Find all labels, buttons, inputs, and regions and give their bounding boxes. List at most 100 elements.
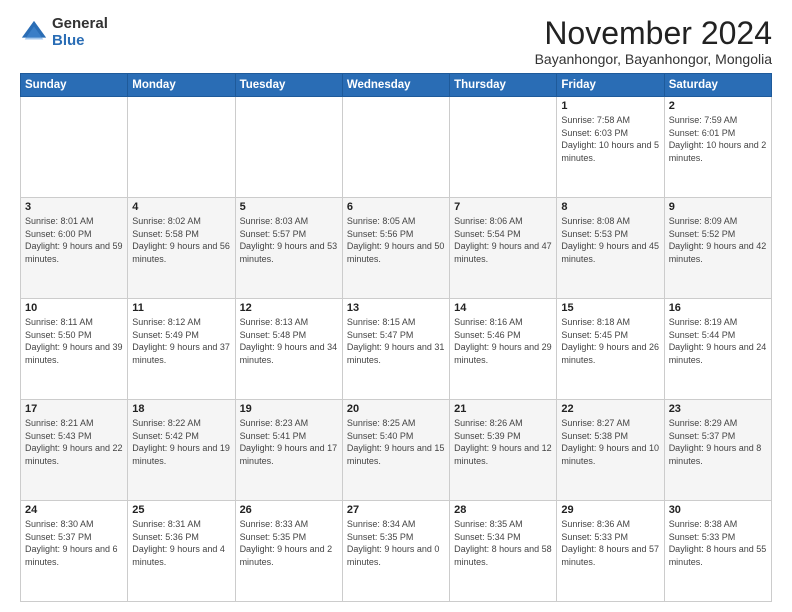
calendar-cell: 8 Sunrise: 8:08 AM Sunset: 5:53 PM Daylig… xyxy=(557,198,664,299)
day-info: Sunrise: 8:27 AM Sunset: 5:38 PM Dayligh… xyxy=(561,417,659,467)
week-row-4: 24 Sunrise: 8:30 AM Sunset: 5:37 PM Dayli… xyxy=(21,501,772,602)
day-info: Sunrise: 8:25 AM Sunset: 5:40 PM Dayligh… xyxy=(347,417,445,467)
day-info: Sunrise: 8:13 AM Sunset: 5:48 PM Dayligh… xyxy=(240,316,338,366)
day-number: 8 xyxy=(561,201,659,213)
day-number: 10 xyxy=(25,302,123,314)
header-tuesday: Tuesday xyxy=(235,74,342,97)
day-info: Sunrise: 8:05 AM Sunset: 5:56 PM Dayligh… xyxy=(347,215,445,265)
header-wednesday: Wednesday xyxy=(342,74,449,97)
day-info: Sunrise: 8:01 AM Sunset: 6:00 PM Dayligh… xyxy=(25,215,123,265)
day-info: Sunrise: 8:36 AM Sunset: 5:33 PM Dayligh… xyxy=(561,518,659,568)
month-title: November 2024 xyxy=(535,16,772,51)
calendar-cell: 29 Sunrise: 8:36 AM Sunset: 5:33 PM Dayli… xyxy=(557,501,664,602)
day-number: 23 xyxy=(669,403,767,415)
day-number: 26 xyxy=(240,504,338,516)
day-number: 6 xyxy=(347,201,445,213)
day-info: Sunrise: 8:26 AM Sunset: 5:39 PM Dayligh… xyxy=(454,417,552,467)
calendar-cell: 5 Sunrise: 8:03 AM Sunset: 5:57 PM Daylig… xyxy=(235,198,342,299)
calendar-cell: 11Sunrise: 8:12 AM Sunset: 5:49 PM Dayli… xyxy=(128,299,235,400)
calendar-cell: 7 Sunrise: 8:06 AM Sunset: 5:54 PM Daylig… xyxy=(450,198,557,299)
calendar-cell: 23 Sunrise: 8:29 AM Sunset: 5:37 PM Dayli… xyxy=(664,400,771,501)
day-number: 16 xyxy=(669,302,767,314)
day-info: Sunrise: 8:15 AM Sunset: 5:47 PM Dayligh… xyxy=(347,316,445,366)
day-number: 21 xyxy=(454,403,552,415)
day-info: Sunrise: 8:18 AM Sunset: 5:45 PM Dayligh… xyxy=(561,316,659,366)
day-number: 20 xyxy=(347,403,445,415)
calendar-cell: 30Sunrise: 8:38 AM Sunset: 5:33 PM Dayli… xyxy=(664,501,771,602)
day-number: 13 xyxy=(347,302,445,314)
day-number: 18 xyxy=(132,403,230,415)
day-number: 30 xyxy=(669,504,767,516)
calendar-header-row: Sunday Monday Tuesday Wednesday Thursday… xyxy=(21,74,772,97)
day-number: 27 xyxy=(347,504,445,516)
day-info: Sunrise: 8:11 AM Sunset: 5:50 PM Dayligh… xyxy=(25,316,123,366)
day-number: 17 xyxy=(25,403,123,415)
day-info: Sunrise: 8:08 AM Sunset: 5:53 PM Dayligh… xyxy=(561,215,659,265)
day-info: Sunrise: 8:19 AM Sunset: 5:44 PM Dayligh… xyxy=(669,316,767,366)
calendar-cell: 26 Sunrise: 8:33 AM Sunset: 5:35 PM Dayli… xyxy=(235,501,342,602)
header-saturday: Saturday xyxy=(664,74,771,97)
calendar-cell: 3Sunrise: 8:01 AM Sunset: 6:00 PM Daylig… xyxy=(21,198,128,299)
day-number: 14 xyxy=(454,302,552,314)
day-number: 2 xyxy=(669,100,767,112)
day-number: 15 xyxy=(561,302,659,314)
logo-icon xyxy=(20,19,48,47)
day-number: 1 xyxy=(561,100,659,112)
day-number: 22 xyxy=(561,403,659,415)
day-number: 9 xyxy=(669,201,767,213)
header-thursday: Thursday xyxy=(450,74,557,97)
calendar-cell: 14 Sunrise: 8:16 AM Sunset: 5:46 PM Dayli… xyxy=(450,299,557,400)
day-info: Sunrise: 8:16 AM Sunset: 5:46 PM Dayligh… xyxy=(454,316,552,366)
calendar-cell: 21 Sunrise: 8:26 AM Sunset: 5:39 PM Dayli… xyxy=(450,400,557,501)
calendar-cell xyxy=(21,97,128,198)
day-number: 19 xyxy=(240,403,338,415)
calendar-cell: 25Sunrise: 8:31 AM Sunset: 5:36 PM Dayli… xyxy=(128,501,235,602)
day-info: Sunrise: 8:30 AM Sunset: 5:37 PM Dayligh… xyxy=(25,518,123,568)
day-info: Sunrise: 8:23 AM Sunset: 5:41 PM Dayligh… xyxy=(240,417,338,467)
calendar-cell: 20 Sunrise: 8:25 AM Sunset: 5:40 PM Dayli… xyxy=(342,400,449,501)
week-row-2: 10 Sunrise: 8:11 AM Sunset: 5:50 PM Dayli… xyxy=(21,299,772,400)
calendar-cell: 6 Sunrise: 8:05 AM Sunset: 5:56 PM Daylig… xyxy=(342,198,449,299)
day-info: Sunrise: 8:06 AM Sunset: 5:54 PM Dayligh… xyxy=(454,215,552,265)
week-row-0: 1Sunrise: 7:58 AM Sunset: 6:03 PM Daylig… xyxy=(21,97,772,198)
calendar-cell: 22 Sunrise: 8:27 AM Sunset: 5:38 PM Dayli… xyxy=(557,400,664,501)
calendar-cell: 13 Sunrise: 8:15 AM Sunset: 5:47 PM Dayli… xyxy=(342,299,449,400)
day-info: Sunrise: 8:02 AM Sunset: 5:58 PM Dayligh… xyxy=(132,215,230,265)
header-sunday: Sunday xyxy=(21,74,128,97)
calendar-cell: 10 Sunrise: 8:11 AM Sunset: 5:50 PM Dayli… xyxy=(21,299,128,400)
day-info: Sunrise: 8:09 AM Sunset: 5:52 PM Dayligh… xyxy=(669,215,767,265)
header-monday: Monday xyxy=(128,74,235,97)
calendar-cell: 19 Sunrise: 8:23 AM Sunset: 5:41 PM Dayli… xyxy=(235,400,342,501)
calendar-cell: 12Sunrise: 8:13 AM Sunset: 5:48 PM Dayli… xyxy=(235,299,342,400)
day-number: 4 xyxy=(132,201,230,213)
day-number: 11 xyxy=(132,302,230,314)
page: General Blue November 2024 Bayanhongor, … xyxy=(0,0,792,612)
header-friday: Friday xyxy=(557,74,664,97)
day-info: Sunrise: 8:29 AM Sunset: 5:37 PM Dayligh… xyxy=(669,417,767,467)
calendar-cell xyxy=(450,97,557,198)
day-number: 5 xyxy=(240,201,338,213)
calendar-cell: 18 Sunrise: 8:22 AM Sunset: 5:42 PM Dayli… xyxy=(128,400,235,501)
week-row-1: 3Sunrise: 8:01 AM Sunset: 6:00 PM Daylig… xyxy=(21,198,772,299)
day-number: 24 xyxy=(25,504,123,516)
top-section: General Blue November 2024 Bayanhongor, … xyxy=(20,16,772,67)
calendar-cell xyxy=(235,97,342,198)
calendar-cell: 28 Sunrise: 8:35 AM Sunset: 5:34 PM Dayli… xyxy=(450,501,557,602)
logo-blue-text: Blue xyxy=(52,33,108,50)
day-info: Sunrise: 8:22 AM Sunset: 5:42 PM Dayligh… xyxy=(132,417,230,467)
calendar-cell: 16 Sunrise: 8:19 AM Sunset: 5:44 PM Dayli… xyxy=(664,299,771,400)
day-info: Sunrise: 8:33 AM Sunset: 5:35 PM Dayligh… xyxy=(240,518,338,568)
calendar-cell xyxy=(342,97,449,198)
logo: General Blue xyxy=(20,16,108,49)
day-number: 7 xyxy=(454,201,552,213)
day-info: Sunrise: 8:03 AM Sunset: 5:57 PM Dayligh… xyxy=(240,215,338,265)
day-info: Sunrise: 8:21 AM Sunset: 5:43 PM Dayligh… xyxy=(25,417,123,467)
calendar-cell xyxy=(128,97,235,198)
day-info: Sunrise: 8:35 AM Sunset: 5:34 PM Dayligh… xyxy=(454,518,552,568)
calendar-cell: 4 Sunrise: 8:02 AM Sunset: 5:58 PM Daylig… xyxy=(128,198,235,299)
day-number: 29 xyxy=(561,504,659,516)
calendar-cell: 17 Sunrise: 8:21 AM Sunset: 5:43 PM Dayli… xyxy=(21,400,128,501)
calendar-cell: 1Sunrise: 7:58 AM Sunset: 6:03 PM Daylig… xyxy=(557,97,664,198)
day-number: 28 xyxy=(454,504,552,516)
location-subtitle: Bayanhongor, Bayanhongor, Mongolia xyxy=(535,51,772,67)
